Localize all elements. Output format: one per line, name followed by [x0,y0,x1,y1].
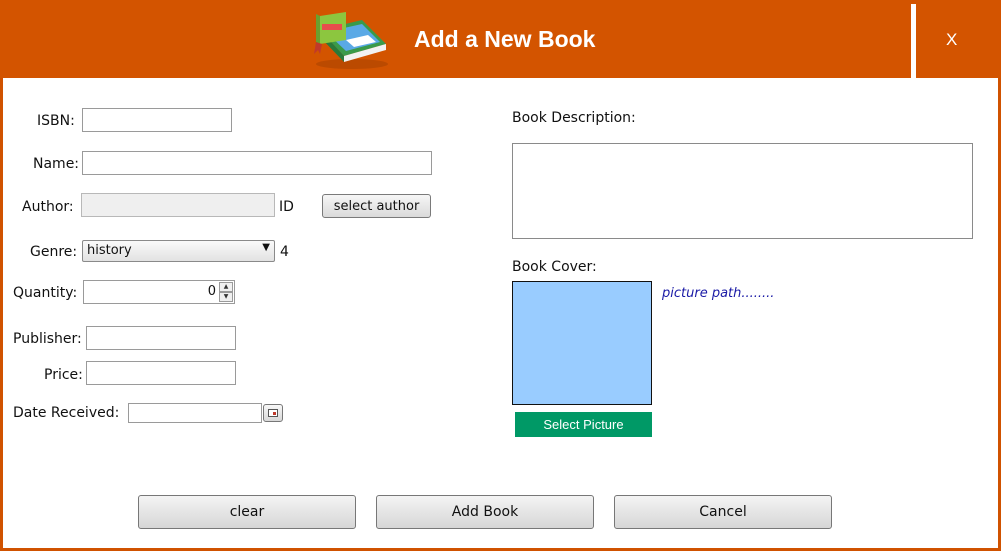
cover-preview [512,281,652,405]
add-book-window: Add a New Book X ISBN: Name: Author: ID … [0,0,1001,551]
select-picture-button[interactable]: Select Picture [515,412,652,437]
genre-select[interactable]: history ▼ [82,240,275,262]
window-title: Add a New Book [414,26,596,52]
close-icon[interactable]: X [946,30,970,54]
isbn-input[interactable] [82,108,232,132]
genre-label: Genre: [30,244,78,260]
date-received-input[interactable] [128,403,262,423]
quantity-stepper[interactable]: 0 ▲ ▼ [83,280,235,304]
isbn-label: ISBN: [37,113,75,129]
cancel-button[interactable]: Cancel [614,495,832,529]
quantity-value: 0 [207,284,216,299]
book-description-textarea[interactable] [512,143,973,239]
genre-selected-value: history [87,243,132,258]
increment-icon[interactable]: ▲ [219,282,233,292]
name-label: Name: [33,156,80,172]
author-label: Author: [22,199,74,215]
title-bar[interactable]: Add a New Book X [0,0,1001,78]
author-id-label: ID [279,199,294,215]
price-label: Price: [44,367,83,383]
quantity-label: Quantity: [13,285,78,301]
picture-path-text: picture path........ [662,286,775,301]
book-description-label: Book Description: [512,110,636,126]
chevron-down-icon: ▼ [262,242,270,253]
publisher-label: Publisher: [13,331,82,347]
decrement-icon[interactable]: ▼ [219,292,233,302]
author-input [81,193,275,217]
date-received-label: Date Received: [13,405,120,421]
title-bar-divider [911,4,916,78]
name-input[interactable] [82,151,432,175]
publisher-input[interactable] [86,326,236,350]
genre-id-value: 4 [280,244,289,260]
book-icon [314,12,388,69]
price-input[interactable] [86,361,236,385]
add-book-button[interactable]: Add Book [376,495,594,529]
stepper-buttons: ▲ ▼ [219,282,233,302]
clear-button[interactable]: clear [138,495,356,529]
book-cover-label: Book Cover: [512,259,597,275]
select-author-button[interactable]: select author [322,194,431,218]
calendar-icon[interactable] [263,404,283,422]
